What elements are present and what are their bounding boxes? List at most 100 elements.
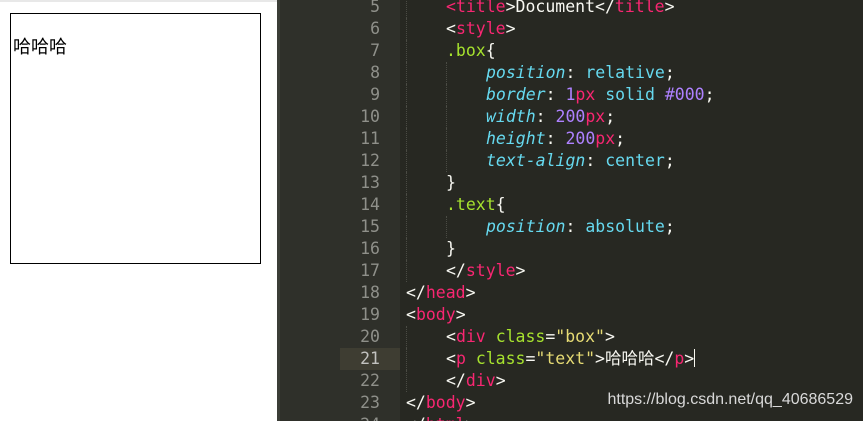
code-line[interactable]: 14 .text{ bbox=[280, 194, 863, 216]
code-line[interactable]: 5 <title>Document</title> bbox=[280, 0, 863, 18]
code-token: height bbox=[486, 129, 546, 148]
code-text[interactable]: <p class="text">哈哈哈</p> bbox=[446, 348, 696, 370]
code-token: < bbox=[446, 0, 456, 16]
code-token: ; bbox=[664, 63, 675, 82]
code-text[interactable]: </body> bbox=[406, 392, 476, 414]
indent-guide bbox=[406, 348, 407, 370]
preview-top-border bbox=[0, 0, 277, 2]
code-token: position bbox=[486, 63, 566, 82]
code-token: : bbox=[535, 107, 556, 126]
code-token: ; bbox=[664, 151, 675, 170]
code-token: : bbox=[585, 151, 606, 170]
line-number: 10 bbox=[360, 107, 380, 126]
indent-guide bbox=[406, 238, 407, 260]
code-line[interactable]: 11 height: 200px; bbox=[280, 128, 863, 150]
code-line[interactable]: 18 </head> bbox=[280, 282, 863, 304]
code-line[interactable]: 6 <style> bbox=[280, 18, 863, 40]
code-line[interactable]: 22 </div> bbox=[280, 370, 863, 392]
code-token: text-align bbox=[486, 151, 586, 170]
code-line[interactable]: 21 <p class="text">哈哈哈</p> bbox=[280, 348, 863, 370]
code-token: .box bbox=[446, 41, 486, 60]
code-line[interactable]: 19 <body> bbox=[280, 304, 863, 326]
indent-guide bbox=[406, 18, 407, 40]
code-token: class bbox=[495, 327, 546, 346]
code-token: title bbox=[455, 0, 506, 16]
code-token: ; bbox=[605, 107, 616, 126]
code-token: head bbox=[425, 283, 466, 302]
indent-guide bbox=[406, 40, 407, 62]
demo-box: 哈哈哈 bbox=[10, 13, 261, 264]
watermark: https://blog.csdn.net/qq_40686529 bbox=[607, 391, 853, 408]
code-text[interactable]: <title>Document</title> bbox=[446, 0, 675, 18]
line-number: 12 bbox=[360, 151, 380, 170]
code-text[interactable]: position: absolute; bbox=[486, 216, 675, 238]
code-text[interactable]: <div class="box"> bbox=[446, 326, 615, 348]
indent-guide bbox=[406, 106, 407, 128]
code-editor[interactable]: 5 <title>Document</title> 6 <style> 7 .box{8 p… bbox=[280, 0, 863, 421]
indent-guide bbox=[446, 62, 447, 84]
code-line[interactable]: 24 </html> bbox=[280, 414, 863, 421]
code-line[interactable]: 16} bbox=[280, 238, 863, 260]
line-number: 19 bbox=[360, 305, 380, 324]
code-text[interactable]: </head> bbox=[406, 282, 476, 304]
code-text[interactable]: position: relative; bbox=[486, 62, 675, 84]
code-line[interactable]: 20 <div class="box"> bbox=[280, 326, 863, 348]
code-line[interactable]: 13} bbox=[280, 172, 863, 194]
code-text[interactable]: width: 200px; bbox=[486, 106, 615, 128]
code-token: ; bbox=[704, 85, 715, 104]
code-token: #000 bbox=[664, 85, 705, 104]
code-line[interactable]: 15 position: absolute; bbox=[280, 216, 863, 238]
code-line[interactable]: 9 border: 1px solid #000; bbox=[280, 84, 863, 106]
code-token: style bbox=[465, 261, 516, 280]
code-line[interactable]: 12 text-align: center; bbox=[280, 150, 863, 172]
code-token: > bbox=[505, 19, 516, 38]
code-token: absolute bbox=[585, 217, 665, 236]
line-number: 18 bbox=[360, 283, 380, 302]
code-text[interactable]: .text{ bbox=[446, 194, 506, 216]
code-token: 1 bbox=[565, 85, 576, 104]
indent-guide bbox=[406, 326, 407, 348]
indent-guide bbox=[406, 260, 407, 282]
text-cursor bbox=[694, 349, 696, 367]
code-token: "text" bbox=[535, 349, 596, 368]
code-text[interactable]: border: 1px solid #000; bbox=[486, 84, 715, 106]
code-token: p bbox=[455, 349, 466, 368]
line-number: 23 bbox=[360, 393, 380, 412]
code-text[interactable]: text-align: center; bbox=[486, 150, 675, 172]
code-text[interactable]: height: 200px; bbox=[486, 128, 625, 150]
line-number: 14 bbox=[360, 195, 380, 214]
code-text[interactable]: </style> bbox=[446, 260, 525, 282]
code-token: > bbox=[465, 393, 476, 412]
code-line[interactable]: 10 width: 200px; bbox=[280, 106, 863, 128]
code-line[interactable]: 17 </style> bbox=[280, 260, 863, 282]
code-token: border bbox=[486, 85, 546, 104]
code-text[interactable]: </div> bbox=[446, 370, 506, 392]
code-text[interactable]: <style> bbox=[446, 18, 516, 40]
indent-guide bbox=[406, 0, 407, 18]
line-number: 8 bbox=[370, 63, 380, 82]
code-text[interactable]: <body> bbox=[406, 304, 466, 326]
code-text[interactable]: } bbox=[446, 172, 456, 194]
code-text[interactable]: } bbox=[446, 238, 456, 260]
code-text[interactable]: .box{ bbox=[446, 40, 496, 62]
code-token: > bbox=[466, 415, 476, 421]
line-number: 21 bbox=[360, 349, 380, 368]
indent-guide bbox=[406, 62, 407, 84]
code-token: position bbox=[486, 217, 566, 236]
line-number: 15 bbox=[360, 217, 380, 236]
code-token: < bbox=[446, 349, 456, 368]
demo-box-text: 哈哈哈 bbox=[13, 37, 67, 58]
line-number: 22 bbox=[360, 371, 380, 390]
indent-guide bbox=[446, 84, 447, 106]
code-token: "box" bbox=[555, 327, 605, 346]
code-token: > bbox=[515, 261, 526, 280]
code-line[interactable]: 7 .box{ bbox=[280, 40, 863, 62]
code-line[interactable]: 8 position: relative; bbox=[280, 62, 863, 84]
code-token: solid bbox=[605, 85, 655, 104]
code-token: center bbox=[605, 151, 665, 170]
code-text[interactable]: </html> bbox=[406, 414, 476, 421]
line-number: 13 bbox=[360, 173, 380, 192]
code-token: = bbox=[525, 349, 536, 368]
